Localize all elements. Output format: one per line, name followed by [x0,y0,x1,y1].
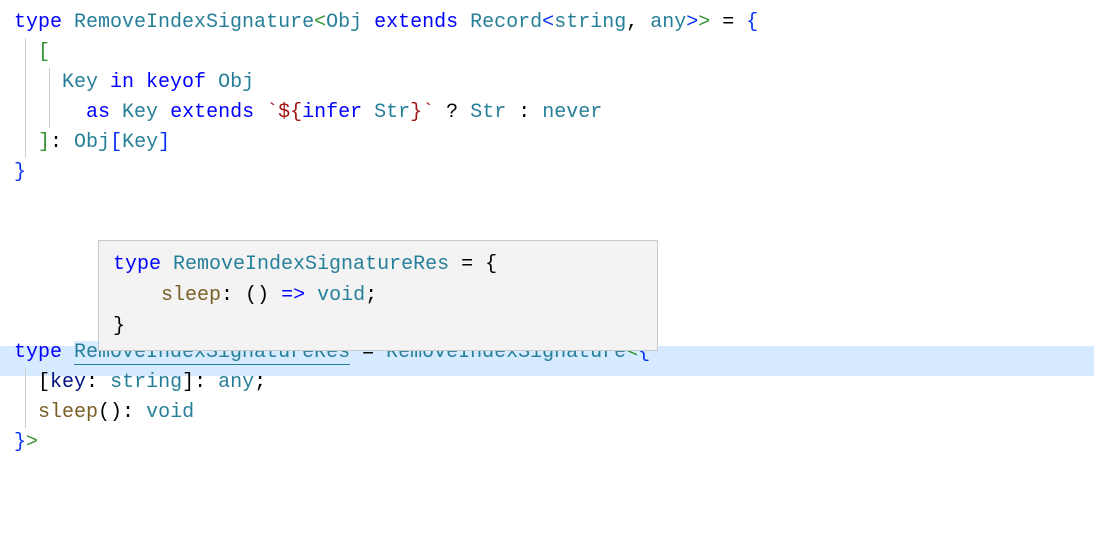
angle-bracket: > [698,11,710,34]
bracket-open: [ [38,371,50,394]
type-obj: Obj [218,71,254,94]
bracket-close: ] [158,131,170,154]
code-line[interactable]: as Key extends `${infer Str}` ? Str : ne… [14,98,1080,128]
identifier-key: Key [122,131,158,154]
keyword-keyof: keyof [146,71,206,94]
angle-bracket: > [26,431,38,454]
bracket-close: ] [38,131,50,154]
indent-guide [49,98,50,128]
type-hover-tooltip[interactable]: type RemoveIndexSignatureRes = { sleep: … [98,240,658,351]
generic-param: Obj [326,11,362,34]
type-obj: Obj [74,131,110,154]
index-key-label: key [50,371,86,394]
indent-guide [49,68,50,98]
code-line[interactable]: type RemoveIndexSignature<Obj extends Re… [14,8,1080,38]
keyword-never: never [542,101,602,124]
bracket-close: ] [182,371,194,394]
keyword-string: string [110,371,182,394]
keyword-type: type [14,11,62,34]
brace-close: } [14,161,26,184]
indent-guide [25,398,26,428]
keyword-any: any [650,11,686,34]
brace-close: } [14,431,26,454]
keyword-string: string [554,11,626,34]
identifier-str: Str [374,101,410,124]
code-line[interactable]: sleep(): void [14,398,1080,428]
identifier-str: Str [470,101,506,124]
identifier-key: Key [62,71,98,94]
tooltip-line: sleep: () => void; [113,280,643,311]
keyword-extends: extends [374,11,458,34]
indent-guide [25,368,26,398]
bracket-open: [ [110,131,122,154]
code-line[interactable]: } [14,158,1080,188]
tooltip-line: } [113,311,643,342]
code-line[interactable]: [key: string]: any; [14,368,1080,398]
angle-bracket: < [542,11,554,34]
code-line[interactable]: [ [14,38,1080,68]
code-line[interactable]: Key in keyof Obj [14,68,1080,98]
keyword-any: any [218,371,254,394]
indent-guide [25,38,26,68]
method-name: sleep [38,401,98,424]
keyword-void: void [146,401,194,424]
keyword-as: as [86,101,110,124]
indent-guide [25,68,26,98]
tooltip-line: type RemoveIndexSignatureRes = { [113,249,643,280]
keyword-extends: extends [158,101,266,124]
keyword-type: type [14,341,62,364]
type-record: Record [470,11,542,34]
indent-guide [25,128,26,158]
identifier-key: Key [122,101,158,124]
angle-bracket: > [686,11,698,34]
code-line[interactable]: }> [14,428,1080,458]
code-line[interactable]: ]: Obj[Key] [14,128,1080,158]
angle-bracket: < [314,11,326,34]
type-identifier: RemoveIndexSignature [74,11,314,34]
indent-guide [25,98,26,128]
keyword-infer: infer [302,101,362,124]
bracket-open: [ [38,41,50,64]
brace-open: { [746,11,758,34]
